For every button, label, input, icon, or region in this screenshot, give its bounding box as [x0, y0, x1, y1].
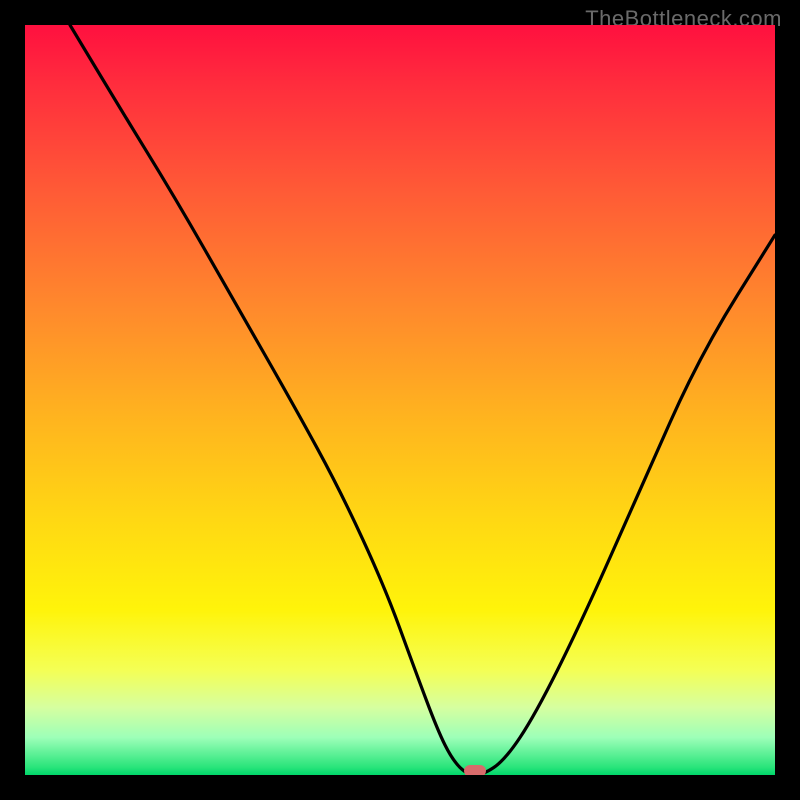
- chart-frame: TheBottleneck.com: [0, 0, 800, 800]
- plot-area: [25, 25, 775, 775]
- optimum-marker: [464, 765, 486, 775]
- bottleneck-curve: [25, 25, 775, 775]
